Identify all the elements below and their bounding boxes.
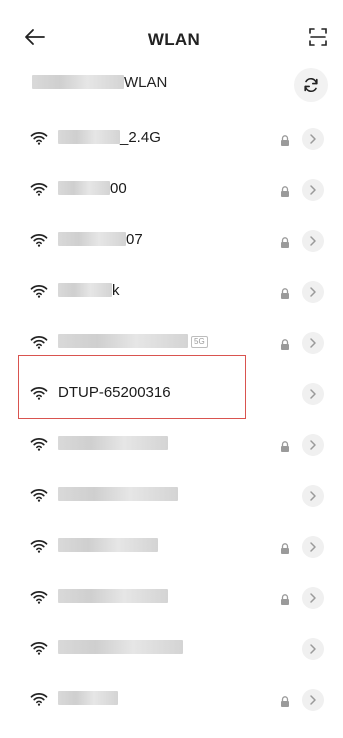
chevron-right-icon (310, 440, 316, 450)
chevron-right-icon (310, 695, 316, 705)
network-row[interactable]: 5G (8, 318, 340, 369)
wifi-signal-icon (30, 488, 48, 502)
header: WLAN (8, 20, 340, 56)
network-ssid (58, 690, 118, 707)
network-details-button[interactable] (302, 689, 324, 711)
network-row[interactable]: DTUP-65200316 (8, 369, 340, 420)
chevron-right-icon (310, 236, 316, 246)
network-row[interactable]: 00 (8, 165, 340, 216)
chevron-right-icon (310, 287, 316, 297)
network-ssid: _2.4G (58, 129, 161, 146)
blurred-text (58, 691, 118, 705)
lock-icon (280, 184, 290, 197)
network-details-button[interactable] (302, 587, 324, 609)
network-ssid (58, 435, 168, 452)
lock-icon (280, 337, 290, 350)
wifi-signal-icon (30, 386, 48, 400)
chevron-right-icon (310, 134, 316, 144)
chevron-right-icon (310, 542, 316, 552)
network-details-button[interactable] (302, 230, 324, 252)
wifi-signal-icon (30, 437, 48, 451)
network-ssid (58, 588, 168, 605)
network-row[interactable]: 07 (8, 216, 340, 267)
blurred-text (58, 283, 112, 297)
network-list: _2.4G 00 07 k 5G DTUP-65200316 (8, 114, 340, 726)
wlan-screen: WLAN WLAN _2.4G 00 07 k 5G DTUP-65200316 (8, 6, 340, 738)
wifi-signal-icon (30, 590, 48, 604)
network-ssid: 07 (58, 231, 143, 248)
section-label-text: WLAN (124, 74, 168, 91)
chevron-right-icon (310, 491, 316, 501)
wifi-signal-icon (30, 284, 48, 298)
network-details-button[interactable] (302, 128, 324, 150)
blurred-text (58, 436, 168, 450)
network-row[interactable] (8, 573, 340, 624)
network-row[interactable] (8, 522, 340, 573)
network-ssid (58, 486, 178, 503)
refresh-button[interactable] (294, 68, 328, 102)
network-details-button[interactable] (302, 536, 324, 558)
blurred-text (58, 181, 110, 195)
network-row[interactable] (8, 471, 340, 522)
wifi-signal-icon (30, 182, 48, 196)
network-details-button[interactable] (302, 332, 324, 354)
blurred-text (58, 589, 168, 603)
ssid-text: 07 (126, 231, 143, 248)
network-row[interactable] (8, 675, 340, 726)
wifi-signal-icon (30, 233, 48, 247)
ssid-text: DTUP-65200316 (58, 384, 171, 401)
wifi-signal-icon (30, 335, 48, 349)
network-details-button[interactable] (302, 485, 324, 507)
blurred-text (58, 538, 158, 552)
lock-icon (280, 592, 290, 605)
network-row[interactable] (8, 624, 340, 675)
chevron-right-icon (310, 644, 316, 654)
wifi-signal-icon (30, 641, 48, 655)
band-badge: 5G (191, 336, 208, 348)
network-ssid: k (58, 282, 120, 299)
section-label: WLAN (32, 74, 167, 91)
network-details-button[interactable] (302, 179, 324, 201)
network-ssid (58, 537, 158, 554)
network-ssid: DTUP-65200316 (58, 384, 171, 401)
network-details-button[interactable] (302, 434, 324, 456)
network-row[interactable]: _2.4G (8, 114, 340, 165)
lock-icon (280, 541, 290, 554)
blurred-text (58, 334, 188, 348)
blurred-text (58, 130, 120, 144)
network-row[interactable]: k (8, 267, 340, 318)
chevron-right-icon (310, 185, 316, 195)
lock-icon (280, 235, 290, 248)
lock-icon (280, 133, 290, 146)
chevron-right-icon (310, 338, 316, 348)
blurred-text (58, 640, 183, 654)
wifi-signal-icon (30, 692, 48, 706)
ssid-text: _2.4G (120, 129, 161, 146)
scan-icon[interactable] (308, 27, 328, 47)
lock-icon (280, 439, 290, 452)
chevron-right-icon (310, 389, 316, 399)
blurred-text (58, 487, 178, 501)
ssid-text: k (112, 282, 120, 299)
blurred-text (32, 75, 124, 89)
network-details-button[interactable] (302, 638, 324, 660)
wlan-section-header: WLAN (8, 66, 340, 106)
network-ssid: 00 (58, 180, 127, 197)
wifi-signal-icon (30, 539, 48, 553)
network-ssid (58, 639, 183, 656)
network-details-button[interactable] (302, 383, 324, 405)
lock-icon (280, 286, 290, 299)
chevron-right-icon (310, 593, 316, 603)
network-row[interactable] (8, 420, 340, 471)
page-title: WLAN (147, 30, 201, 49)
network-details-button[interactable] (302, 281, 324, 303)
refresh-icon (304, 77, 318, 93)
blurred-text (58, 232, 126, 246)
ssid-text: 00 (110, 180, 127, 197)
wifi-signal-icon (30, 131, 48, 145)
network-ssid: 5G (58, 333, 208, 350)
lock-icon (280, 694, 290, 707)
